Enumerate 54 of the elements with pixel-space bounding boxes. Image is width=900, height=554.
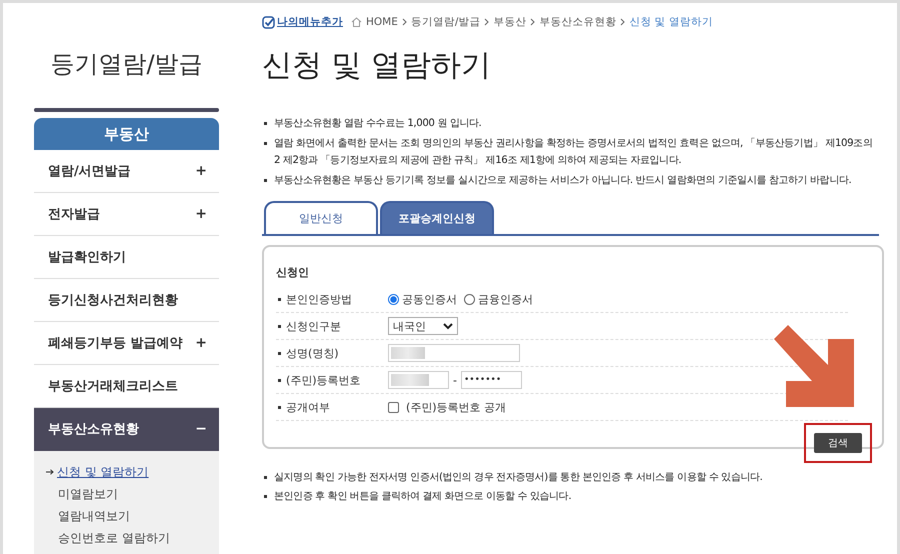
blurred-text — [391, 347, 425, 359]
sidebar-item[interactable]: 열람/서면발급 + — [34, 150, 219, 193]
sidebar-item[interactable]: 폐쇄등기부등 발급예약 + — [34, 322, 219, 365]
add-my-menu-link[interactable]: 나의메뉴추가 — [262, 15, 343, 29]
field-label: (주민)등록번호 — [276, 372, 388, 388]
notice-text: 실지명의 확인 가능한 전자서명 인증서(법인의 경우 전자증명서)를 통한 본인인증 후 서비스를 이용할 수 있습니다. — [262, 469, 874, 486]
chevron-icon — [530, 18, 536, 26]
id-back-field[interactable]: ••••••• — [460, 371, 522, 389]
dropdown[interactable]: 내국인 — [388, 317, 458, 335]
search-button[interactable]: 검색 — [814, 433, 862, 453]
name-field[interactable] — [388, 344, 520, 362]
notice-text: 본인인증 후 확인 버튼을 클릭하여 결제 화면으로 이동할 수 있습니다. — [262, 488, 874, 505]
breadcrumb-link[interactable]: 부동산소유현황 — [539, 15, 616, 29]
notice-text: 부동산소유현황은 부동산 등기기록 정보를 실시간으로 제공하는 서비스가 아닙니다. 반드시 열람화면의 기준일시를 참고하기 바랍니다. — [262, 172, 874, 189]
notice-text: 열람 화면에서 출력한 문서는 조회 명의인의 부동산 권리사항을 확정하는 증명서로서의 법적인 효력은 없으며, 「부동산등기법」 제109조의2 제2항과 「등기정보자료의 제공에 관한 규칙」 제16조 제1항에 의하여 제공되는 자료입니다. — [262, 135, 874, 169]
field-label: 성명(명칭) — [276, 346, 388, 360]
radio-button[interactable] — [388, 294, 399, 304]
id-front-field[interactable] — [388, 371, 449, 389]
sidebar-item[interactable]: 전자발급 + — [34, 193, 219, 236]
checkbox[interactable] — [388, 402, 399, 412]
breadcrumb-link[interactable]: 신청 및 열람하기 — [629, 15, 714, 29]
option-label: 금융인증서 — [478, 292, 533, 306]
home-icon — [351, 17, 362, 27]
section-title: 등기열람/발급 — [49, 49, 204, 80]
chevron-icon — [484, 18, 490, 26]
pointer-arrow-icon — [774, 325, 854, 407]
sidebar-item[interactable]: 발급확인하기 — [34, 236, 219, 279]
chevron-icon — [620, 18, 626, 26]
tab[interactable]: 포괄승계인신청 — [380, 201, 494, 234]
sidebar-item[interactable]: 등기신청사건처리현황 — [34, 279, 219, 322]
checkmark-icon — [262, 16, 275, 28]
notice-text: 부동산소유현황 열람 수수료는 1,000 원 입니다. — [262, 115, 874, 132]
caret-icon — [443, 322, 453, 330]
field-label: 신청인구분 — [276, 318, 388, 334]
option-label: (주민)등록번호 공개 — [406, 400, 506, 414]
submenu-item[interactable]: 미열람보기 — [46, 483, 219, 505]
submenu-item[interactable]: 승인번호로 열람하기 — [46, 527, 219, 549]
radio-button[interactable] — [464, 294, 475, 304]
field-label: 본인인증방법 — [276, 292, 388, 306]
separator-text: - — [453, 374, 457, 386]
chevron-icon — [402, 18, 407, 26]
page-title: 신청 및 열람하기 — [262, 47, 492, 85]
menu-header: 부동산 — [34, 118, 219, 150]
blurred-text — [391, 374, 429, 386]
breadcrumb-link[interactable]: 등기열람/발급 — [410, 15, 480, 29]
submenu-item[interactable]: 열람내역보기 — [46, 505, 219, 527]
form-section-title: 신청인 — [276, 265, 310, 280]
field-label: 공개여부 — [276, 400, 388, 414]
breadcrumb-link[interactable]: 부동산 — [493, 15, 526, 29]
tab[interactable]: 일반신청 — [264, 201, 378, 234]
arrow-icon — [46, 469, 54, 475]
breadcrumb-link[interactable]: HOME — [366, 16, 398, 28]
sidebar-item[interactable]: 부동산소유현황 − — [34, 408, 219, 451]
option-label: 공동인증서 — [402, 292, 457, 306]
